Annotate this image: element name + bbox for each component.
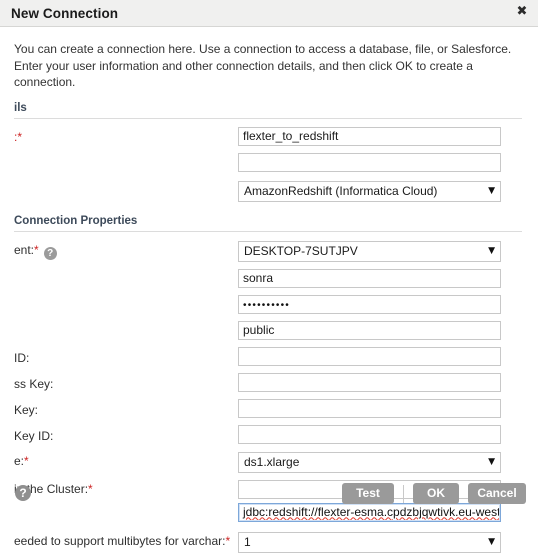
select-connection-type[interactable]: AmazonRedshift (Informatica Cloud) ▼	[238, 180, 501, 202]
section-header-details: ils	[14, 91, 522, 119]
label-aws-account-id: ID:	[14, 350, 30, 365]
cancel-button[interactable]: Cancel	[468, 483, 526, 504]
form-row-access-key: ss Key:	[0, 372, 538, 398]
select-runtime-environment-value: DESKTOP-7SUTJPV	[244, 243, 358, 258]
button-divider	[403, 484, 404, 503]
input-description[interactable]	[238, 152, 501, 172]
required-marker: *	[225, 533, 231, 548]
form-row-runtime-environment: ent:*? DESKTOP-7SUTJPV ▼	[0, 239, 538, 268]
select-varchar-multiplier-value: 1	[244, 534, 251, 549]
form-row-secret-key: Key:	[0, 398, 538, 424]
select-cluster-node-type[interactable]: ds1.xlarge ▼	[238, 451, 501, 473]
dialog-title: New Connection	[11, 5, 119, 21]
chevron-down-icon: ▼	[488, 536, 495, 547]
input-secret-key[interactable]	[238, 398, 501, 418]
required-marker: :*	[14, 129, 23, 144]
input-aws-account-id[interactable]	[238, 346, 501, 366]
chevron-down-icon: ▼	[488, 185, 495, 196]
close-icon[interactable]: ✖	[514, 4, 530, 20]
input-master-key-id[interactable]	[238, 424, 501, 444]
form-row-cluster-node-type: е:* ds1.xlarge ▼	[0, 450, 538, 478]
section-rule-properties	[14, 230, 522, 232]
input-username[interactable]: sonra	[238, 268, 501, 288]
label-cluster-node-type: е:*	[14, 453, 29, 468]
section-header-properties: Connection Properties	[14, 207, 522, 232]
select-cluster-node-type-value: ds1.xlarge	[244, 454, 300, 469]
form-row-connection-name: :* flexter_to_redshift	[0, 125, 538, 151]
label-master-key-id: Key ID:	[14, 428, 54, 443]
required-marker: *	[24, 453, 29, 468]
input-password[interactable]: ••••••••••	[238, 294, 501, 314]
details-form: :* flexter_to_redshift AmazonRedshift (I…	[0, 125, 538, 207]
dialog-body: You can create a connection here. Use a …	[0, 27, 538, 553]
label-varchar-multiplier: eeded to support multibytes for varchar:…	[14, 533, 231, 548]
required-marker: *	[34, 242, 39, 257]
label-connection-name: :*	[14, 130, 22, 144]
chevron-down-icon: ▼	[488, 456, 495, 467]
ok-button[interactable]: OK	[413, 483, 459, 504]
form-row-connection-type: AmazonRedshift (Informatica Cloud) ▼	[0, 177, 538, 207]
input-connection-name[interactable]: flexter_to_redshift	[238, 126, 501, 146]
form-row-description	[0, 151, 538, 177]
chevron-down-icon: ▼	[488, 245, 495, 256]
section-label-properties: Connection Properties	[14, 214, 138, 227]
form-row-varchar-multiplier: eeded to support multibytes for varchar:…	[0, 529, 538, 557]
form-row-schema: public	[0, 320, 538, 346]
dialog-footer: ? Test OK Cancel	[0, 477, 538, 521]
label-secret-key: Key:	[14, 402, 39, 417]
help-icon[interactable]: ?	[43, 246, 57, 260]
dialog-titlebar: New Connection ✖	[0, 0, 538, 27]
help-icon[interactable]: ?	[15, 485, 31, 501]
password-mask: ••••••••••	[243, 299, 291, 311]
form-row-username: sonra	[0, 268, 538, 294]
label-access-key: ss Key:	[14, 376, 54, 391]
form-row-password: ••••••••••	[0, 294, 538, 320]
test-button[interactable]: Test	[342, 483, 394, 504]
intro-text: You can create a connection here. Use a …	[14, 42, 512, 89]
section-label-details: ils	[14, 101, 27, 114]
form-row-master-key-id: Key ID:	[0, 424, 538, 450]
select-connection-type-value: AmazonRedshift (Informatica Cloud)	[244, 183, 438, 198]
label-runtime-environment: ent:*?	[14, 243, 57, 260]
input-schema[interactable]: public	[238, 320, 501, 340]
footer-buttons: Test OK Cancel	[342, 483, 526, 504]
section-rule-details	[14, 117, 522, 119]
form-row-aws-account-id: ID:	[0, 346, 538, 372]
select-varchar-multiplier[interactable]: 1 ▼	[238, 531, 501, 553]
input-access-key[interactable]	[238, 372, 501, 392]
select-runtime-environment[interactable]: DESKTOP-7SUTJPV ▼	[238, 240, 501, 262]
